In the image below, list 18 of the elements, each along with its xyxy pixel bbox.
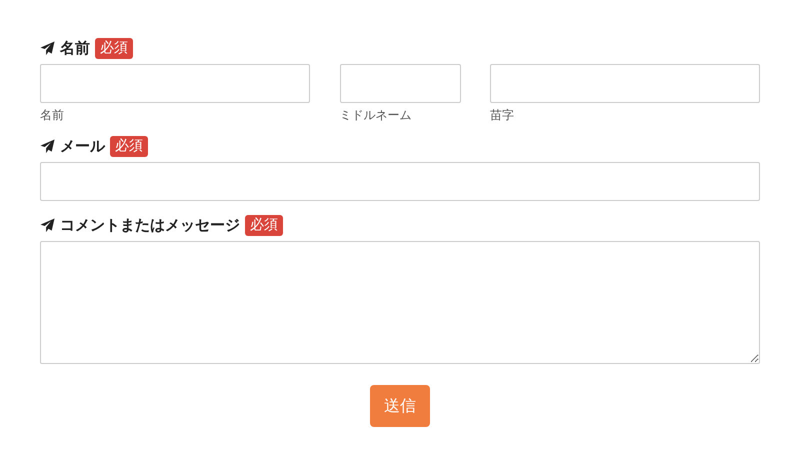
paper-plane-icon [40,218,55,232]
input-field[interactable] [490,64,760,103]
submit-button[interactable]: 送信 [370,385,430,427]
input-field[interactable] [340,64,460,103]
message-field[interactable] [40,241,760,364]
required-tag: 必須 [95,38,133,58]
field-label: 名前 [60,38,90,58]
required-tag: 必須 [110,136,148,156]
input-field[interactable] [40,162,760,201]
field-caption: 名前 [40,108,65,122]
field-caption: 苗字 [490,108,515,122]
input-field[interactable] [40,64,310,103]
paper-plane-icon [40,138,55,154]
paper-plane-icon [40,40,55,56]
required-tag: 必須 [245,214,283,236]
field-caption: ミドルネーム [340,108,412,122]
field-label: コメントまたはメッセージ [60,216,240,234]
field-label: メール [60,136,105,156]
